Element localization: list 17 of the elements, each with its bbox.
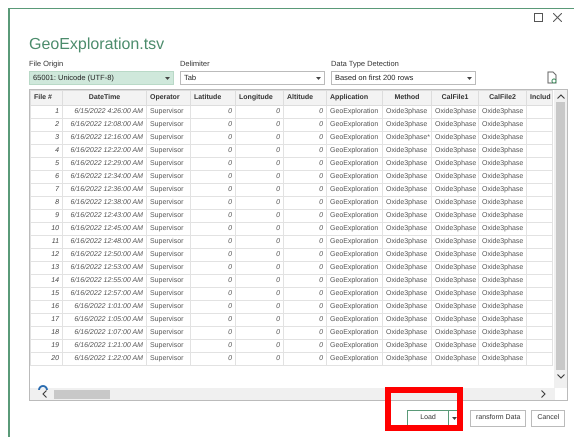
refresh-document-icon[interactable] <box>547 71 557 84</box>
scroll-right-icon[interactable] <box>541 390 546 398</box>
scrollbar-thumb[interactable] <box>54 390 110 398</box>
maximize-icon[interactable] <box>534 13 543 22</box>
vertical-scrollbar[interactable] <box>554 90 567 388</box>
window-title: GeoExploration.tsv <box>29 35 164 55</box>
scroll-down-icon[interactable] <box>556 374 564 379</box>
close-icon[interactable] <box>553 13 562 22</box>
refresh-icon[interactable] <box>38 384 48 390</box>
caret-icon <box>452 417 457 420</box>
scroll-up-icon[interactable] <box>556 94 564 99</box>
scroll-left-icon[interactable] <box>42 390 47 398</box>
horizontal-scrollbar[interactable] <box>30 388 555 400</box>
caret-icon <box>467 76 472 80</box>
caret-icon <box>165 76 170 80</box>
scrollbar-thumb[interactable] <box>556 102 565 370</box>
caret-icon <box>316 76 321 80</box>
